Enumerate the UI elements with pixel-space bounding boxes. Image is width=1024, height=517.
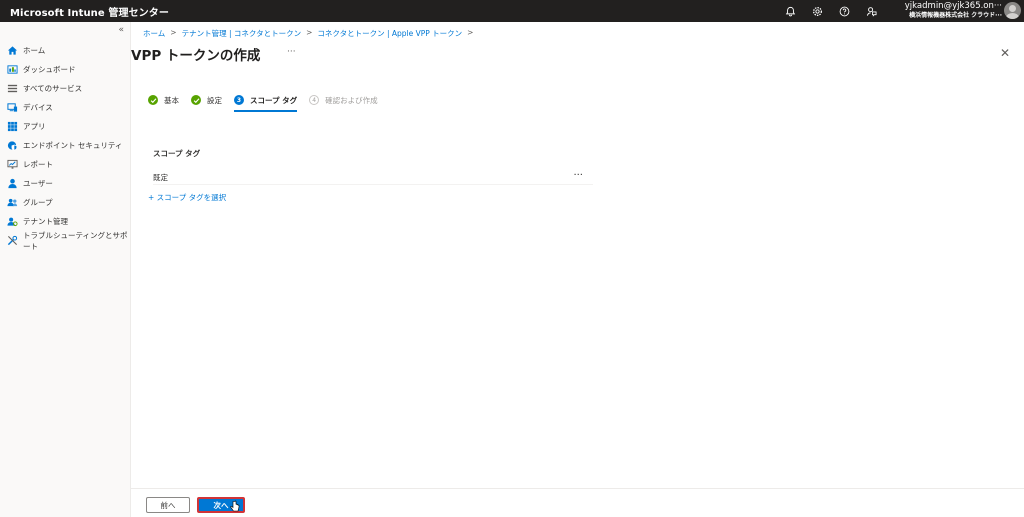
footer: 前へ 次へ — [131, 488, 1024, 517]
help-icon[interactable] — [837, 4, 851, 18]
sidebar-item-label: すべてのサービス — [23, 84, 83, 93]
step-label: 基本 — [164, 95, 179, 105]
select-scope-tags-link[interactable]: + スコープ タグを選択 — [148, 192, 226, 203]
sidebar-item-label: エンドポイント セキュリティ — [23, 141, 123, 150]
app-title[interactable]: Microsoft Intune 管理センター — [0, 4, 169, 19]
breadcrumb: ホーム > テナント管理 | コネクタとトークン > コネクタとトークン | A… — [143, 28, 473, 39]
close-icon[interactable]: ✕ — [1000, 46, 1010, 60]
tab-settings[interactable]: 設定 — [191, 93, 222, 107]
breadcrumb-item-tenant-admin[interactable]: テナント管理 | コネクタとトークン — [182, 28, 302, 39]
sidebar-item-apps[interactable]: アプリ — [0, 117, 131, 136]
step-number: 3 — [234, 95, 244, 105]
home-icon — [7, 45, 18, 56]
tab-review-create[interactable]: 4 確認および作成 — [309, 93, 378, 107]
sidebar-item-home[interactable]: ホーム — [0, 41, 131, 60]
sidebar-item-label: レポート — [23, 160, 53, 169]
sidebar-item-label: ダッシュボード — [23, 65, 76, 74]
step-number: 4 — [309, 95, 320, 105]
chevron-right-icon: > — [306, 28, 313, 37]
step-label: 確認および作成 — [325, 95, 378, 105]
user-name: yjkadmin@yjk365.on··· — [904, 1, 1002, 11]
breadcrumb-item-home[interactable]: ホーム — [143, 28, 165, 39]
page-title-text: VPP トークンの作成 — [131, 48, 261, 64]
top-icons — [783, 0, 878, 22]
dashboard-icon — [7, 64, 18, 75]
more-options-icon[interactable]: ··· — [287, 47, 296, 57]
users-icon — [7, 178, 18, 189]
tenant-admin-icon — [7, 216, 18, 227]
collapse-sidebar-button[interactable]: « — [118, 25, 124, 35]
top-bar: Microsoft Intune 管理センター yjkadmin@yjk365.… — [0, 0, 1024, 22]
sidebar-item-dashboard[interactable]: ダッシュボード — [0, 60, 131, 79]
sidebar: « ホーム ダッシュボード すべてのサービス デバイス アプリ エンドポイント … — [0, 22, 131, 517]
sidebar-item-users[interactable]: ユーザー — [0, 174, 131, 193]
scope-tag-value: 既定 — [153, 173, 168, 182]
hand-cursor-icon — [230, 500, 240, 512]
tab-scope-tags[interactable]: 3 スコープ タグ — [234, 93, 298, 112]
apps-icon — [7, 121, 18, 132]
sidebar-item-endpoint-security[interactable]: エンドポイント セキュリティ — [0, 136, 131, 155]
bell-icon[interactable] — [783, 4, 797, 18]
breadcrumb-item-vpp-tokens[interactable]: コネクタとトークン | Apple VPP トークン — [317, 28, 462, 39]
sidebar-nav: ホーム ダッシュボード すべてのサービス デバイス アプリ エンドポイント セキ… — [0, 41, 131, 251]
checkmark-icon — [191, 95, 201, 105]
sidebar-item-label: ユーザー — [23, 179, 53, 188]
all-services-icon — [7, 83, 18, 94]
account-info[interactable]: yjkadmin@yjk365.on··· 横浜情報機器株式会社 クラウド··· — [884, 1, 1002, 21]
chevron-right-icon: > — [467, 28, 474, 37]
previous-button[interactable]: 前へ — [146, 497, 190, 513]
page-title: VPP トークンの作成 — [131, 44, 260, 64]
sidebar-item-reports[interactable]: レポート — [0, 155, 131, 174]
step-label: 設定 — [207, 95, 222, 105]
more-options-icon[interactable]: ··· — [573, 171, 583, 181]
endpoint-security-icon — [7, 140, 18, 151]
wizard-steps: 基本 設定 3 スコープ タグ 4 確認および作成 — [148, 93, 390, 112]
step-label: スコープ タグ — [250, 95, 298, 105]
sidebar-item-tenant-admin[interactable]: テナント管理 — [0, 212, 131, 231]
main-panel: ホーム > テナント管理 | コネクタとトークン > コネクタとトークン | A… — [131, 22, 1024, 517]
sidebar-item-label: デバイス — [23, 103, 53, 112]
gear-icon[interactable] — [810, 4, 824, 18]
list-item: 既定 ··· — [153, 171, 593, 185]
scope-tags-label: スコープ タグ — [153, 149, 201, 158]
chevron-right-icon: > — [170, 28, 177, 37]
sidebar-item-all-services[interactable]: すべてのサービス — [0, 79, 131, 98]
scope-tags-section: スコープ タグ 既定 ··· — [153, 148, 593, 185]
feedback-icon[interactable] — [864, 4, 878, 18]
sidebar-item-label: グループ — [23, 198, 53, 207]
sidebar-item-troubleshoot[interactable]: トラブルシューティングとサポート — [0, 230, 131, 251]
tab-basics[interactable]: 基本 — [148, 93, 179, 107]
sidebar-item-label: テナント管理 — [23, 217, 68, 226]
sidebar-item-label: アプリ — [23, 122, 46, 131]
troubleshoot-icon — [7, 235, 18, 246]
user-org: 横浜情報機器株式会社 クラウド··· — [909, 12, 1002, 19]
checkmark-icon — [148, 95, 158, 105]
avatar[interactable] — [1004, 2, 1021, 19]
sidebar-item-groups[interactable]: グループ — [0, 193, 131, 212]
groups-icon — [7, 197, 18, 208]
sidebar-item-devices[interactable]: デバイス — [0, 98, 131, 117]
devices-icon — [7, 102, 18, 113]
sidebar-item-label: ホーム — [23, 46, 46, 55]
reports-icon — [7, 159, 18, 170]
sidebar-item-label: トラブルシューティングとサポート — [23, 230, 128, 251]
